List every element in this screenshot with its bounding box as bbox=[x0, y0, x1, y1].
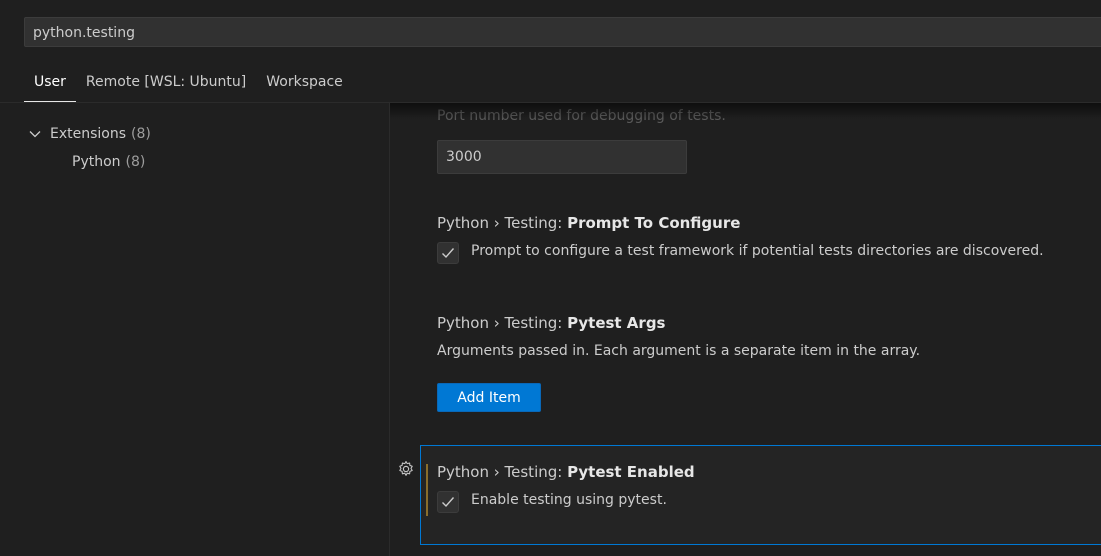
prompt-to-configure-checkbox[interactable] bbox=[437, 242, 459, 264]
tab-user[interactable]: User bbox=[24, 64, 76, 102]
toc-item-label: Python bbox=[72, 154, 121, 170]
tab-workspace[interactable]: Workspace bbox=[256, 64, 353, 102]
pytest-args-description: Arguments passed in. Each argument is a … bbox=[437, 343, 921, 359]
modified-indicator bbox=[426, 464, 428, 516]
setting-title-pytest-args: Python › Testing: Pytest Args bbox=[437, 314, 665, 332]
debug-port-field[interactable] bbox=[437, 140, 687, 174]
toc-item-python[interactable]: Python (8) bbox=[24, 148, 384, 176]
toc-item-count: (8) bbox=[125, 154, 146, 170]
settings-scope-tabs: User Remote [WSL: Ubuntu] Workspace bbox=[24, 64, 353, 102]
tabs-divider bbox=[0, 102, 1101, 103]
prompt-to-configure-label: Prompt to configure a test framework if … bbox=[471, 243, 1044, 259]
gear-icon[interactable] bbox=[397, 460, 415, 478]
check-icon bbox=[442, 248, 455, 259]
chevron-down-icon bbox=[28, 127, 50, 141]
setting-category: Python › Testing: bbox=[437, 214, 568, 232]
settings-search-box[interactable] bbox=[24, 17, 1101, 48]
add-item-button[interactable]: Add Item bbox=[437, 383, 541, 412]
toc-item-extensions[interactable]: Extensions (8) bbox=[14, 120, 384, 148]
setting-title-prompt-to-configure: Python › Testing: Prompt To Configure bbox=[437, 214, 740, 232]
check-icon bbox=[442, 497, 455, 508]
settings-toc: Extensions (8) Python (8) bbox=[24, 120, 384, 176]
setting-category: Python › Testing: bbox=[437, 314, 568, 332]
debug-port-description: Port number used for debugging of tests. bbox=[437, 108, 726, 124]
setting-key: Prompt To Configure bbox=[567, 214, 741, 232]
pytest-enabled-label: Enable testing using pytest. bbox=[471, 492, 667, 508]
setting-key: Pytest Args bbox=[567, 314, 666, 332]
pane-divider bbox=[389, 103, 390, 556]
setting-title-pytest-enabled: Python › Testing: Pytest Enabled bbox=[437, 463, 695, 481]
toc-item-count: (8) bbox=[131, 126, 151, 142]
debug-port-input[interactable] bbox=[446, 141, 676, 173]
settings-editor: User Remote [WSL: Ubuntu] Workspace Exte… bbox=[0, 0, 1101, 556]
toc-item-label: Extensions bbox=[50, 126, 127, 142]
settings-search-input[interactable] bbox=[33, 18, 1033, 48]
pytest-enabled-checkbox[interactable] bbox=[437, 491, 459, 513]
setting-key: Pytest Enabled bbox=[567, 463, 695, 481]
setting-category: Python › Testing: bbox=[437, 463, 568, 481]
tab-remote-wsl[interactable]: Remote [WSL: Ubuntu] bbox=[76, 64, 256, 102]
